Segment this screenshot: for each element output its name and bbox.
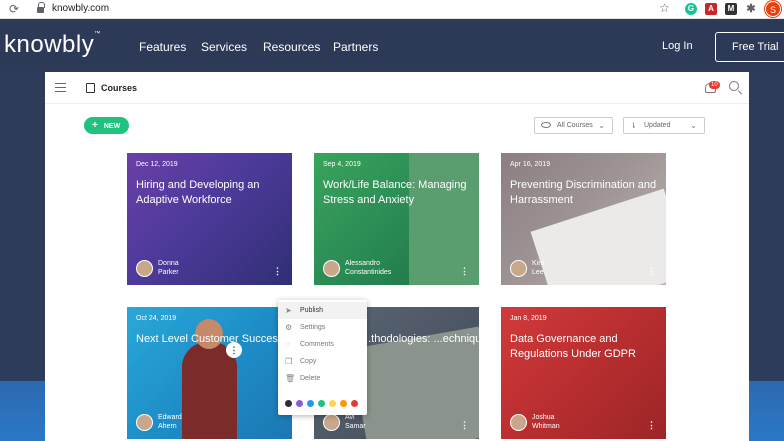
notifications-button[interactable]: 10 xyxy=(705,81,720,95)
card-date: Sep 4, 2019 xyxy=(323,161,361,168)
card-title: ...thodologies: ...echniques xyxy=(362,333,479,345)
lock-icon[interactable] xyxy=(37,2,45,13)
card-date: Jan 8, 2019 xyxy=(510,315,547,322)
author-avatar xyxy=(136,260,153,277)
card-title: Next Level Customer Success xyxy=(136,333,284,345)
card-more-icon[interactable]: ⋮ xyxy=(647,266,656,277)
login-link[interactable]: Log In xyxy=(662,40,693,52)
page-title: Courses xyxy=(101,83,138,93)
nav-partners[interactable]: Partners xyxy=(333,40,378,54)
card-more-icon[interactable]: ⋮ xyxy=(460,420,469,431)
copy-icon: ❐ xyxy=(285,357,293,366)
card-author: Donna Parker xyxy=(158,260,179,276)
menu-item-settings[interactable]: ⚙ Settings xyxy=(278,319,367,336)
grammarly-extension-icon[interactable]: G xyxy=(685,3,697,15)
plus-icon: + xyxy=(92,120,98,131)
sort-dropdown[interactable]: ⇂ Updated ⌄ xyxy=(623,117,705,134)
courses-icon xyxy=(86,83,95,93)
free-trial-button[interactable]: Free Trial xyxy=(715,32,784,62)
nav-features[interactable]: Features xyxy=(139,40,186,54)
app-header: Courses 10 xyxy=(45,72,749,104)
card-more-icon[interactable]: ⋮ xyxy=(647,420,656,431)
course-card[interactable]: Dec 12, 2019 Hiring and Developing an Ad… xyxy=(127,153,292,285)
author-avatar xyxy=(323,414,340,431)
color-swatch-dark[interactable] xyxy=(285,400,292,407)
reload-icon[interactable]: ⟳ xyxy=(9,2,19,16)
browser-toolbar: ⟳ knowbly.com ☆ G A M ✱ S xyxy=(0,0,784,19)
color-swatch-blue[interactable] xyxy=(307,400,314,407)
card-context-menu: ➤ Publish ⚙ Settings ◌ Comments ❐ Copy 🗑 Dele… xyxy=(278,300,367,415)
card-author: Joshua Whitman xyxy=(532,414,560,430)
card-title: Preventing Discrimination and Harrassmen… xyxy=(510,179,657,206)
course-card[interactable]: Jan 8, 2019 Data Governance and Regulati… xyxy=(501,307,666,439)
chevron-down-icon: ⌄ xyxy=(690,121,697,130)
menu-item-comments[interactable]: ◌ Comments xyxy=(278,336,367,353)
color-swatch-purple[interactable] xyxy=(296,400,303,407)
bookmark-star-icon[interactable]: ☆ xyxy=(659,1,670,15)
sort-icon: ⇂ xyxy=(630,121,637,130)
card-more-icon[interactable]: ⋮ xyxy=(460,266,469,277)
profile-avatar[interactable]: S xyxy=(765,1,781,17)
color-swatch-green[interactable] xyxy=(318,400,325,407)
address-bar[interactable]: knowbly.com xyxy=(52,3,109,14)
extensions-puzzle-icon[interactable]: ✱ xyxy=(745,3,757,15)
menu-item-copy[interactable]: ❐ Copy xyxy=(278,353,367,370)
course-card[interactable]: Sep 4, 2019 Work/Life Balance: Managing … xyxy=(314,153,479,285)
chevron-down-icon: ⌄ xyxy=(598,121,605,130)
card-author: Kim Lee xyxy=(532,260,545,276)
menu-item-publish[interactable]: ➤ Publish xyxy=(278,302,367,319)
menu-item-delete[interactable]: 🗑 Delete xyxy=(278,370,367,387)
course-card[interactable]: Apr 16, 2019 Preventing Discrimination a… xyxy=(501,153,666,285)
card-more-icon-active[interactable]: ⋮ xyxy=(226,342,242,358)
menu-icon[interactable] xyxy=(55,83,66,92)
author-avatar xyxy=(510,260,527,277)
card-author: Alessandro Constantinides xyxy=(345,260,392,276)
pdf-extension-icon[interactable]: A xyxy=(705,3,717,15)
card-title: Hiring and Developing an Adaptive Workfo… xyxy=(136,179,260,206)
author-avatar xyxy=(323,260,340,277)
nav-resources[interactable]: Resources xyxy=(263,40,320,54)
eye-icon xyxy=(541,122,551,128)
notification-badge: 10 xyxy=(709,81,720,89)
author-avatar xyxy=(136,414,153,431)
course-filter-dropdown[interactable]: All Courses ⌄ xyxy=(534,117,613,134)
card-date: Oct 24, 2019 xyxy=(136,315,177,322)
trash-icon: 🗑 xyxy=(285,374,296,383)
knowbly-logo[interactable]: knowbly™ xyxy=(4,31,101,59)
author-avatar xyxy=(510,414,527,431)
m-extension-icon[interactable]: M xyxy=(725,3,737,15)
color-swatch-orange[interactable] xyxy=(340,400,347,407)
new-course-button[interactable]: + NEW xyxy=(84,117,129,134)
comment-icon: ◌ xyxy=(285,340,290,349)
color-swatch-yellow[interactable] xyxy=(329,400,336,407)
card-author: Avi Samar xyxy=(345,414,366,430)
nav-services[interactable]: Services xyxy=(201,40,247,54)
card-more-icon[interactable]: ⋮ xyxy=(273,266,282,277)
course-card[interactable]: Oct 24, 2019 Next Level Customer Success… xyxy=(127,307,292,439)
card-title: Data Governance and Regulations Under GD… xyxy=(510,333,636,360)
gear-icon: ⚙ xyxy=(285,323,293,332)
send-icon: ➤ xyxy=(285,306,292,315)
color-swatch-red[interactable] xyxy=(351,400,358,407)
card-title: Work/Life Balance: Managing Stress and A… xyxy=(323,179,467,206)
card-date: Dec 12, 2019 xyxy=(136,161,178,168)
card-date: Apr 16, 2019 xyxy=(510,161,551,168)
site-nav: knowbly™ Features Services Resources Par… xyxy=(0,19,784,71)
search-icon[interactable] xyxy=(729,81,739,91)
card-author: Edward Ahern xyxy=(158,414,182,430)
courses-app: Courses 10 + NEW All Courses ⌄ ⇂ Updated … xyxy=(45,72,749,441)
